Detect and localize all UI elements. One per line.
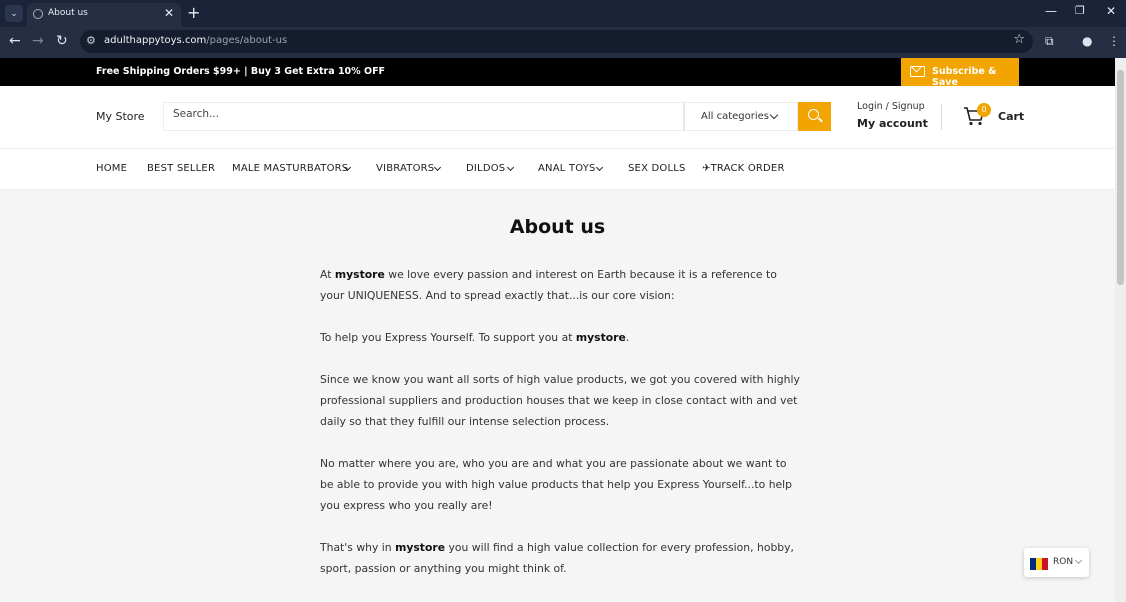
close-window-icon[interactable]: ✕ — [1106, 4, 1116, 18]
paragraph-2: To help you Express Yourself. To support… — [320, 331, 630, 344]
menu-icon[interactable]: ⋮ — [1108, 34, 1120, 48]
search-box[interactable] — [163, 102, 684, 131]
extensions-icon[interactable]: ⧉ — [1045, 34, 1054, 49]
subscribe-label: Subscribe & Save — [932, 66, 997, 88]
url-text[interactable]: adulthappytoys.com/pages/about-us — [104, 35, 287, 46]
web-page: Free Shipping Orders $99+ | Buy 3 Get Ex… — [0, 58, 1115, 602]
search-button[interactable] — [798, 102, 831, 131]
categories-label: All categories — [701, 111, 769, 122]
cart-link[interactable]: Cart — [998, 110, 1024, 123]
back-icon[interactable]: ← — [9, 33, 21, 49]
reload-icon[interactable]: ↻ — [56, 33, 68, 49]
scrollbar-thumb[interactable] — [1117, 70, 1124, 285]
currency-code: RON — [1053, 557, 1074, 567]
browser-tab-bar: ⌄ About us ✕ + — ❐ ✕ — [0, 0, 1126, 27]
my-account-link[interactable]: My account — [857, 117, 928, 130]
nav-item-anal-toys[interactable]: ANAL TOYS — [538, 163, 596, 174]
paragraph-3: Since we know you want all sorts of high… — [320, 373, 800, 428]
nav-item-sex-dolls[interactable]: SEX DOLLS — [628, 163, 686, 174]
paragraph-5: That's why in mystore you will find a hi… — [320, 541, 794, 575]
minimize-icon[interactable]: — — [1045, 4, 1057, 18]
browser-tab[interactable]: About us ✕ — [27, 3, 181, 27]
paragraph-4: No matter where you are, who you are and… — [320, 457, 793, 512]
cart-count-badge: 0 — [977, 103, 991, 117]
main-content: About us At mystore we love every passio… — [0, 190, 1115, 602]
forward-icon[interactable]: → — [32, 33, 44, 49]
login-signup-link[interactable]: Login / Signup — [857, 101, 925, 112]
subscribe-button[interactable]: Subscribe & Save — [901, 58, 1019, 88]
main-navigation: HOME BEST SELLER MALE MASTURBATORS VIBRA… — [0, 148, 1115, 190]
divider — [941, 104, 942, 130]
search-input[interactable] — [173, 108, 653, 120]
restore-icon[interactable]: ❐ — [1075, 4, 1085, 17]
browser-toolbar: ← → ↻ ⚙ adulthappytoys.com/pages/about-u… — [0, 27, 1126, 58]
tab-title: About us — [48, 8, 88, 18]
categories-dropdown[interactable]: All categories — [684, 102, 798, 131]
new-tab-button[interactable]: + — [187, 3, 200, 22]
nav-item-dildos[interactable]: DILDOS — [466, 163, 505, 174]
currency-selector[interactable]: RON — [1024, 548, 1089, 577]
page-title: About us — [509, 216, 606, 238]
nav-item-male-masturbators[interactable]: MALE MASTURBATORS — [232, 163, 348, 174]
announcement-bar: Free Shipping Orders $99+ | Buy 3 Get Ex… — [0, 58, 1115, 88]
chevron-down-icon — [506, 163, 515, 172]
chevron-down-icon — [595, 163, 604, 172]
nav-item-best-seller[interactable]: BEST SELLER — [147, 163, 215, 174]
profile-icon[interactable]: ● — [1082, 34, 1092, 48]
store-logo[interactable]: My Store — [96, 110, 145, 123]
paragraph-1: At mystore we love every passion and int… — [320, 268, 777, 302]
nav-item-home[interactable]: HOME — [96, 163, 127, 174]
chevron-down-icon — [1074, 556, 1083, 565]
nav-item-track-order[interactable]: ✈TRACK ORDER — [702, 163, 785, 174]
chevron-down-icon — [769, 110, 779, 120]
close-tab-icon[interactable]: ✕ — [164, 6, 174, 20]
tab-list-icon[interactable]: ⌄ — [5, 5, 23, 22]
envelope-icon — [910, 66, 925, 77]
address-bar[interactable]: ⚙ adulthappytoys.com/pages/about-us ☆ — [80, 30, 1033, 53]
site-header: My Store All categories Login / Signup M… — [0, 86, 1115, 148]
nav-item-vibrators[interactable]: VIBRATORS — [376, 163, 434, 174]
announcement-text: Free Shipping Orders $99+ | Buy 3 Get Ex… — [96, 66, 386, 77]
bookmark-star-icon[interactable]: ☆ — [1013, 32, 1025, 47]
search-icon — [808, 109, 819, 120]
site-info-icon[interactable]: ⚙ — [86, 34, 96, 47]
chevron-down-icon — [433, 163, 442, 172]
romania-flag-icon — [1030, 558, 1048, 570]
globe-icon — [33, 9, 43, 19]
